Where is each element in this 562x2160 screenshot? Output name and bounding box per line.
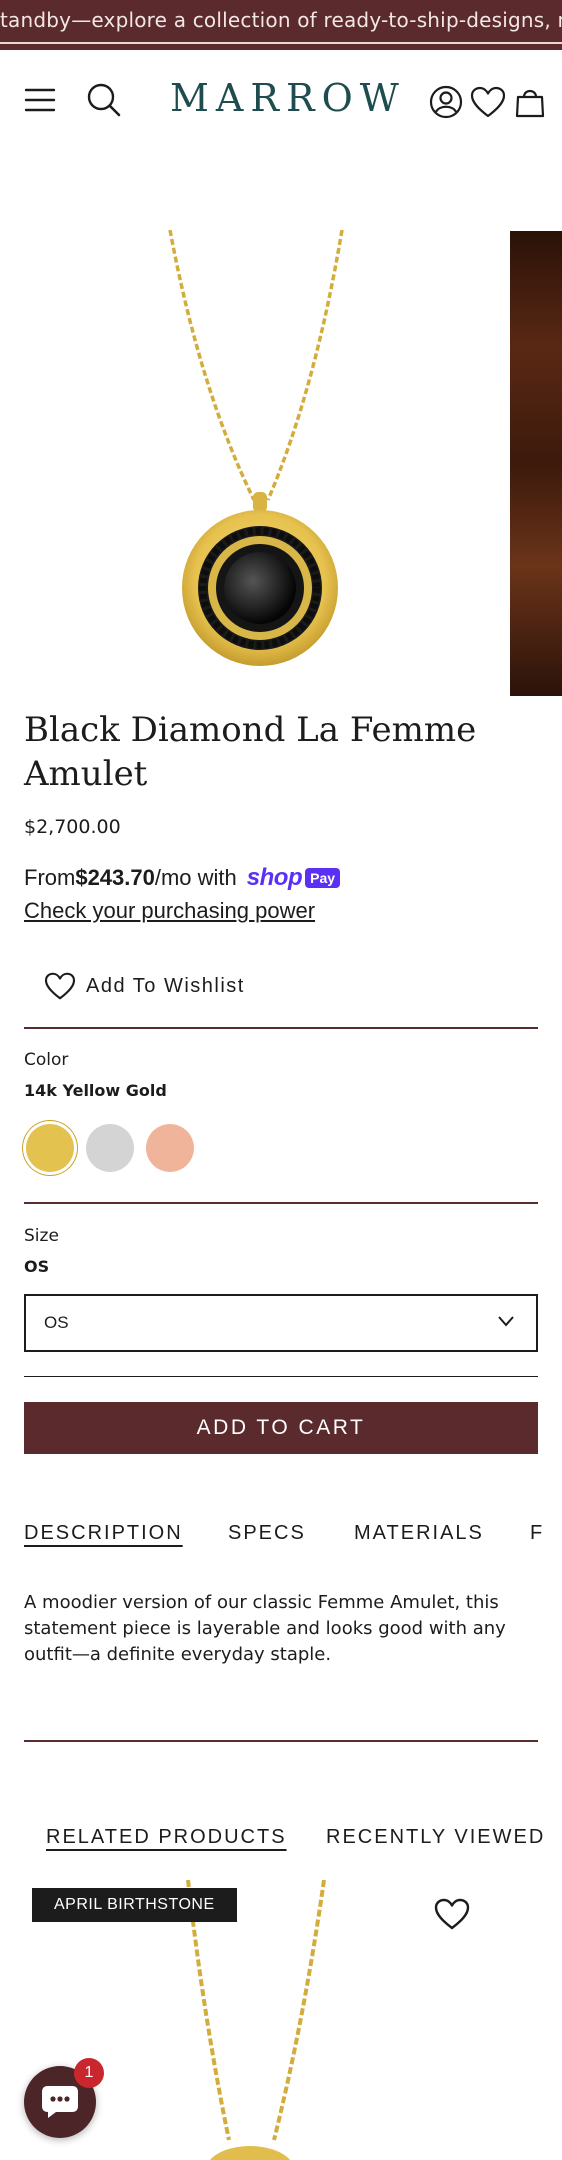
color-value: 14k Yellow Gold xyxy=(24,1081,167,1100)
birthstone-badge: APRIL BIRTHSTONE xyxy=(32,1888,237,1922)
swatch-white-gold[interactable] xyxy=(86,1124,134,1172)
product-title: Black Diamond La Femme Amulet xyxy=(24,710,477,794)
chat-icon xyxy=(42,2086,78,2118)
related-tabs: RELATED PRODUCTS RECENTLY VIEWED xyxy=(46,1826,562,1860)
shop-pay-logo: shop Pay xyxy=(247,864,341,892)
announcement-bar: tandby—explore a collection of ready-to-… xyxy=(0,0,562,50)
divider xyxy=(24,1202,538,1204)
tab-materials[interactable]: MATERIALS xyxy=(354,1522,484,1545)
announcement-text: tandby—explore a collection of ready-to-… xyxy=(0,8,562,32)
account-icon[interactable] xyxy=(426,82,466,122)
site-logo[interactable]: MARROW xyxy=(170,76,399,120)
search-icon[interactable] xyxy=(84,80,124,120)
product-description: A moodier version of our classic Femme A… xyxy=(24,1592,506,1665)
tab-more[interactable]: F xyxy=(530,1522,544,1545)
size-select-value: OS xyxy=(44,1313,69,1332)
product-image-model[interactable] xyxy=(510,231,562,696)
product-price: $2,700.00 xyxy=(24,816,121,838)
divider xyxy=(24,1740,538,1742)
chevron-down-icon xyxy=(498,1316,514,1327)
bag-icon[interactable] xyxy=(510,82,550,122)
product-tabs: DESCRIPTION SPECS MATERIALS F xyxy=(24,1522,562,1556)
tab-recently-viewed[interactable]: RECENTLY VIEWED xyxy=(326,1826,545,1849)
heart-icon xyxy=(44,972,76,1000)
size-value: OS xyxy=(24,1257,50,1276)
add-to-wishlist-button[interactable]: Add To Wishlist xyxy=(44,972,245,1000)
announcement-divider xyxy=(0,42,562,44)
heart-icon[interactable] xyxy=(468,82,508,122)
product-gallery[interactable] xyxy=(0,154,562,704)
swatch-yellow-gold[interactable] xyxy=(26,1124,74,1172)
shop-pay-installments: From $243.70 /mo with shop Pay xyxy=(24,864,341,892)
tab-related-products[interactable]: RELATED PRODUCTS xyxy=(46,1826,287,1849)
wishlist-label: Add To Wishlist xyxy=(86,974,245,997)
size-label: Size xyxy=(24,1226,59,1246)
divider xyxy=(24,1376,538,1377)
site-header: MARROW xyxy=(0,50,562,154)
installment-amount: $243.70 xyxy=(75,865,155,890)
product-card[interactable]: APRIL BIRTHSTONE xyxy=(24,1880,538,2160)
tab-specs[interactable]: SPECS xyxy=(228,1522,306,1545)
color-label: Color xyxy=(24,1050,69,1070)
add-to-cart-button[interactable]: ADD TO CART xyxy=(24,1402,538,1454)
divider xyxy=(24,1027,538,1029)
swatch-rose-gold[interactable] xyxy=(146,1124,194,1172)
tab-description[interactable]: DESCRIPTION xyxy=(24,1522,183,1545)
purchasing-power-link[interactable]: Check your purchasing power xyxy=(24,898,315,924)
chat-unread-badge: 1 xyxy=(74,2058,104,2088)
menu-icon[interactable] xyxy=(20,80,60,120)
size-select[interactable]: OS xyxy=(24,1294,538,1352)
wishlist-heart-icon[interactable] xyxy=(434,1898,470,1930)
